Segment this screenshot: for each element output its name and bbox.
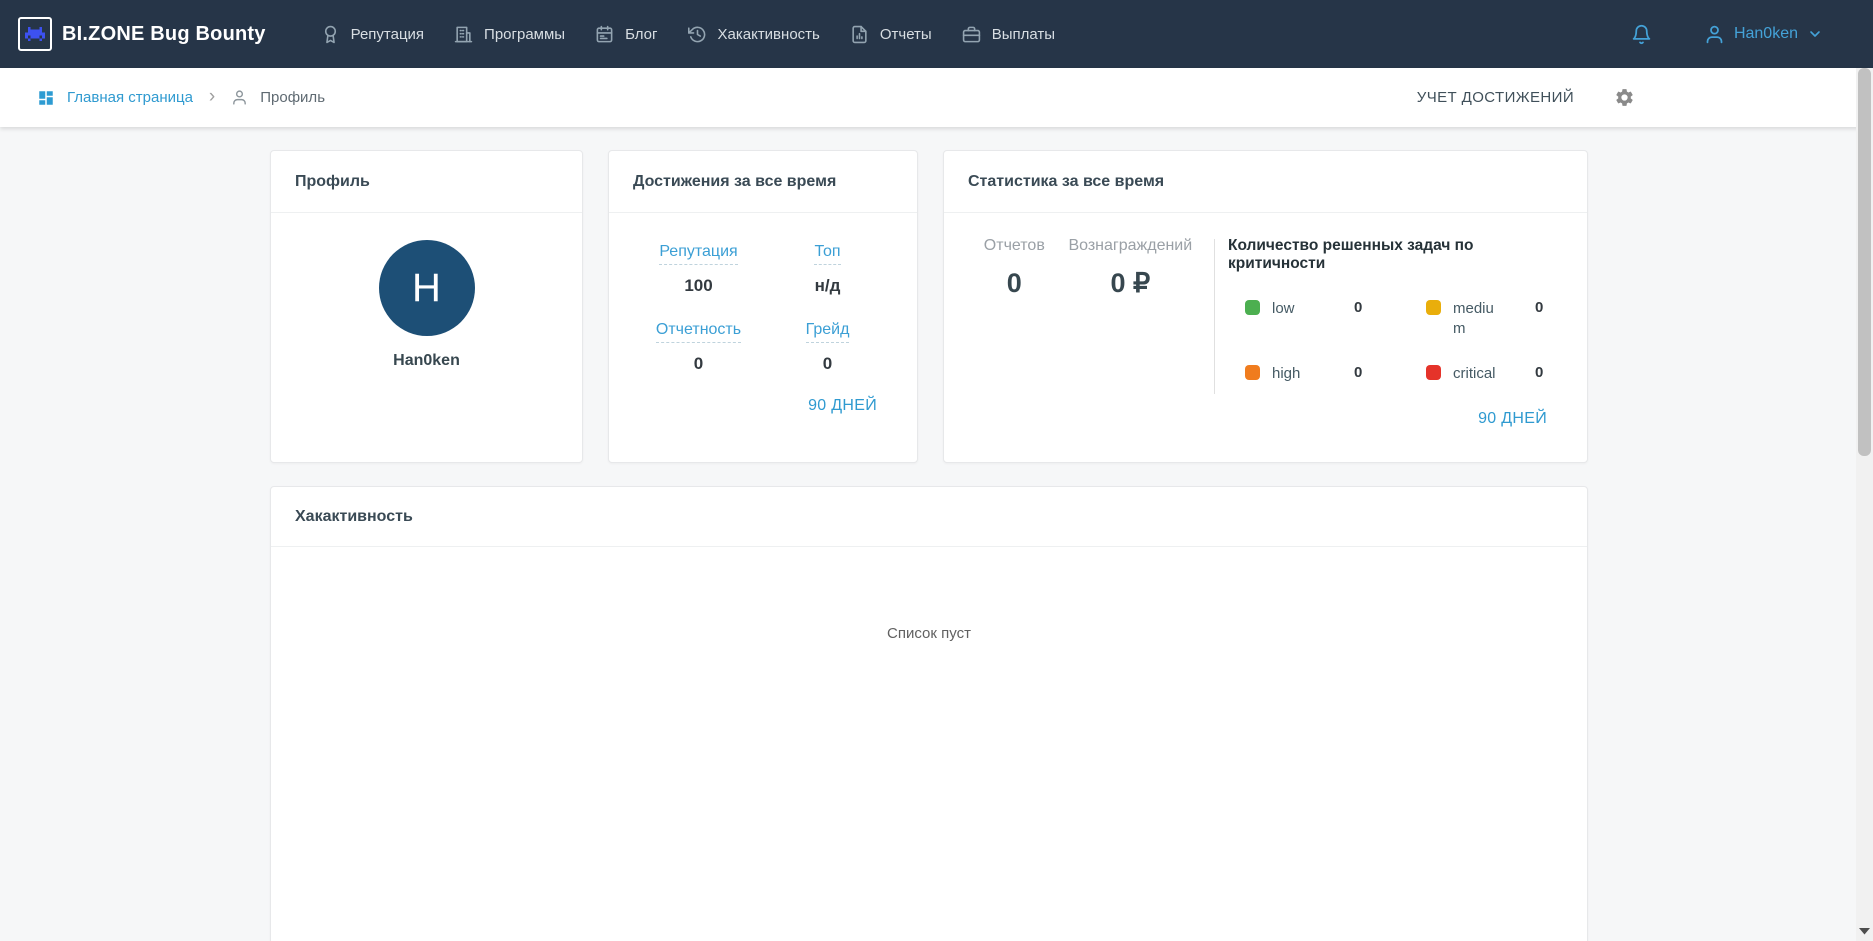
person-icon [231, 89, 248, 106]
severity-item-medium: medium 0 [1426, 299, 1559, 340]
chevron-down-icon [1807, 26, 1823, 42]
severity-label: low [1272, 300, 1295, 317]
gear-icon[interactable] [1614, 87, 1635, 108]
person-icon [1704, 24, 1725, 45]
user-name: Han0ken [1733, 25, 1798, 42]
achievements-accounting-link[interactable]: УЧЕТ ДОСТИЖЕНИЙ [1417, 89, 1574, 106]
nav-item-label: Репутация [350, 25, 425, 43]
top-nav: BI.ZONE Bug Bounty Репутация Программы Б… [0, 0, 1873, 68]
nav-item-label: Отчеты [879, 25, 932, 43]
metric-value: н/д [814, 276, 841, 295]
achievements-card: Достижения за все время Репутация 100 То… [608, 150, 918, 463]
counter-rewards: Вознаграждений 0 ₽ [1068, 237, 1192, 394]
severity-label: high [1272, 364, 1301, 382]
severity-swatch-low [1245, 300, 1260, 315]
severity-label: medium [1453, 300, 1494, 338]
nav-item-hackactivity[interactable]: Хакактивность [687, 25, 820, 44]
severity-swatch-high [1245, 364, 1260, 380]
metric-value: 0 [822, 354, 833, 373]
breadcrumb: Главная страница › Профиль [37, 86, 326, 107]
building-icon [454, 25, 473, 44]
severity-legend-title: Количество решенных задач по критичности [1228, 237, 1474, 272]
severity-item-low: low 0 [1245, 299, 1378, 340]
profile-username: Han0ken [393, 352, 460, 369]
metric-label[interactable]: Репутация [659, 243, 738, 265]
main-content: Профиль H Han0ken Достижения за все врем… [270, 127, 1588, 941]
nav-item-blog[interactable]: Блог [595, 25, 658, 44]
profile-card: Профиль H Han0ken [270, 150, 583, 463]
nav-item-payouts[interactable]: Выплаты [962, 25, 1055, 44]
nav-item-reputation[interactable]: Репутация [321, 25, 424, 44]
counter-label: Отчетов [983, 237, 1045, 254]
metric-label[interactable]: Отчетность [655, 321, 742, 343]
severity-legend: Количество решенных задач по критичности… [1215, 237, 1559, 394]
user-menu[interactable]: Han0ken [1704, 24, 1823, 45]
metric-value: 100 [684, 276, 713, 295]
severity-label: critical [1453, 364, 1496, 382]
severity-item-critical: critical 0 [1426, 364, 1559, 384]
counter-label: Вознаграждений [1068, 237, 1193, 254]
hackactivity-card: Хакактивность Список пуст [270, 486, 1588, 941]
severity-value: 0 [1354, 363, 1363, 381]
brand-title: BI.ZONE Bug Bounty [62, 22, 266, 45]
metric-label[interactable]: Грейд [805, 321, 850, 343]
nav-item-label: Блог [625, 25, 658, 43]
achievements-90-days-link[interactable]: 90 ДНЕЙ [808, 397, 877, 414]
severity-value: 0 [1354, 299, 1363, 316]
breadcrumb-current: Профиль [260, 89, 326, 106]
nav-item-label: Хакактивность [717, 25, 820, 43]
metric-reputation: Репутация 100 [634, 243, 763, 296]
scrollbar-down-button[interactable] [1856, 927, 1873, 935]
scrollbar-thumb[interactable] [1858, 68, 1871, 456]
scrollbar-track[interactable] [1856, 68, 1873, 941]
calendar-icon [595, 25, 614, 44]
severity-item-high: high 0 [1245, 364, 1378, 384]
metric-label[interactable]: Топ [814, 243, 841, 265]
nav-item-label: Программы [484, 25, 566, 43]
profile-card-title: Профиль [295, 172, 370, 190]
stats-counters: Отчетов 0 Вознаграждений 0 ₽ [944, 237, 1214, 394]
severity-value: 0 [1535, 299, 1544, 316]
breadcrumb-bar: Главная страница › Профиль УЧЕТ ДОСТИЖЕН… [0, 68, 1873, 127]
brand-logo[interactable]: BI.ZONE Bug Bounty [18, 17, 266, 51]
metric-reporting: Отчетность 0 [634, 321, 763, 374]
statistics-card: Статистика за все время Отчетов 0 Вознаг… [943, 150, 1588, 463]
metric-grade: Грейд 0 [763, 321, 892, 374]
metric-top: Топ н/д [763, 243, 892, 296]
metric-value: 0 [693, 354, 704, 373]
counter-value: 0 ₽ [1110, 268, 1151, 298]
bug-invader-icon [18, 17, 52, 51]
empty-list-text: Список пуст [887, 625, 971, 642]
nav-item-reports[interactable]: Отчеты [850, 25, 932, 44]
briefcase-icon [962, 25, 981, 44]
breadcrumb-separator: › [208, 86, 216, 107]
main-menu: Репутация Программы Блог Хакактивность О… [321, 25, 1055, 44]
severity-swatch-medium [1426, 300, 1441, 315]
breadcrumb-home-link[interactable]: Главная страница [67, 89, 193, 106]
nav-right-group: Han0ken [1631, 24, 1873, 45]
history-icon [687, 25, 707, 44]
report-icon [850, 25, 869, 44]
hackactivity-card-title: Хакактивность [295, 507, 413, 525]
achievements-card-title: Достижения за все время [633, 172, 837, 190]
breadcrumb-actions: УЧЕТ ДОСТИЖЕНИЙ [1417, 87, 1873, 108]
nav-item-programs[interactable]: Программы [454, 25, 565, 44]
counter-value: 0 [1006, 268, 1022, 298]
nav-item-label: Выплаты [991, 25, 1056, 43]
dashboard-grid-icon[interactable] [37, 89, 55, 107]
avatar: H [378, 240, 475, 336]
severity-swatch-critical [1426, 364, 1441, 380]
severity-value: 0 [1535, 363, 1544, 381]
statistics-card-title: Статистика за все время [968, 172, 1165, 190]
statistics-90-days-link[interactable]: 90 ДНЕЙ [1478, 410, 1547, 427]
counter-reports: Отчетов 0 [984, 237, 1045, 394]
bell-icon[interactable] [1631, 24, 1652, 45]
medal-icon [321, 25, 340, 44]
